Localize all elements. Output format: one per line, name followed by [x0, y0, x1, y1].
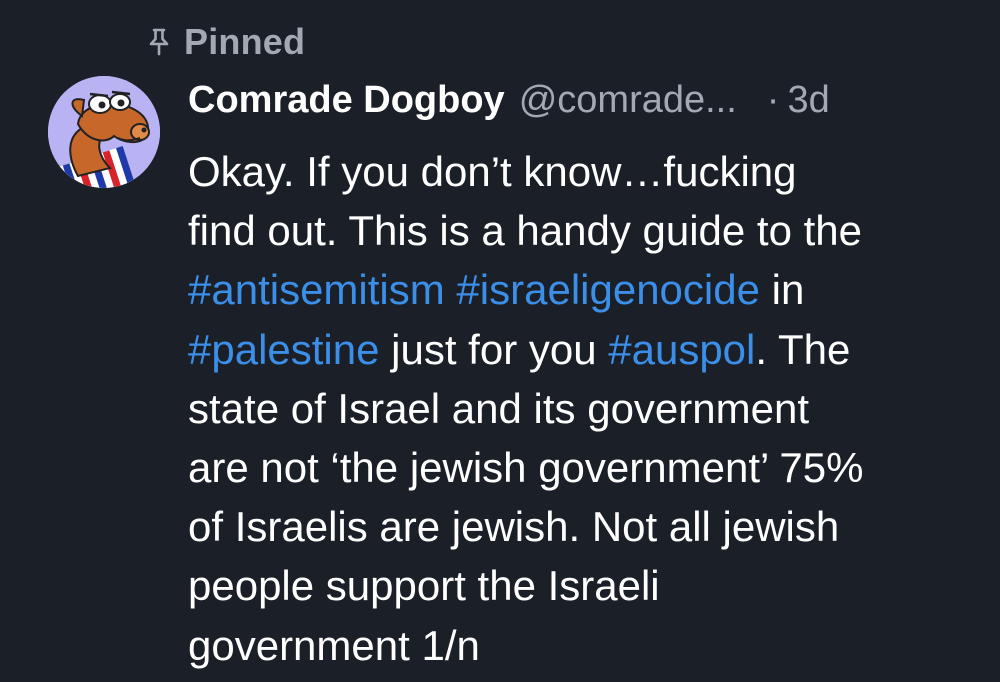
post-text-line: are not ‘the jewish government’ 75% — [188, 444, 864, 492]
post-text-line: government 1/n — [188, 621, 480, 669]
pinned-label: Pinned — [184, 21, 306, 62]
post-content: Okay. If you don’t know…fucking find out… — [188, 142, 988, 675]
author-handle[interactable]: @comrade... — [519, 79, 737, 122]
hashtag-link-israeligenocide[interactable]: #israeligenocide — [456, 266, 760, 313]
author-display-name[interactable]: Comrade Dogboy — [188, 79, 505, 122]
cartoon-dog-avatar-icon — [48, 76, 160, 188]
post-timestamp[interactable]: 3d — [787, 79, 829, 122]
avatar[interactable] — [48, 76, 160, 188]
post-text-fragment: . The — [755, 325, 851, 373]
hashtag-link-palestine[interactable]: #palestine — [188, 326, 379, 373]
post-text-line: of Israelis are jewish. Not all jewish — [188, 503, 840, 551]
pin-icon — [149, 28, 169, 56]
post-text-line: #palestine just for you #auspol. The — [188, 320, 988, 379]
post-text-line: #antisemitism #israeligenocide in — [188, 260, 988, 319]
separator-dot: · — [766, 78, 780, 121]
post-header: Comrade Dogboy @comrade... · 3d — [188, 74, 978, 126]
post-text-line: state of Israel and its government — [188, 384, 809, 432]
post-text-fragment: in — [759, 266, 805, 314]
hashtag-link-auspol[interactable]: #auspol — [608, 326, 755, 373]
post-text-line: Okay. If you don’t know…fucking — [188, 148, 797, 195]
hashtag-link-antisemitism[interactable]: #antisemitism — [188, 266, 445, 313]
post-text-line: people support the Israeli — [188, 562, 660, 610]
pinned-indicator: Pinned — [146, 20, 305, 64]
post-text-line: find out. This is a handy guide to the — [188, 207, 863, 255]
post-text-fragment: just for you — [379, 325, 609, 373]
